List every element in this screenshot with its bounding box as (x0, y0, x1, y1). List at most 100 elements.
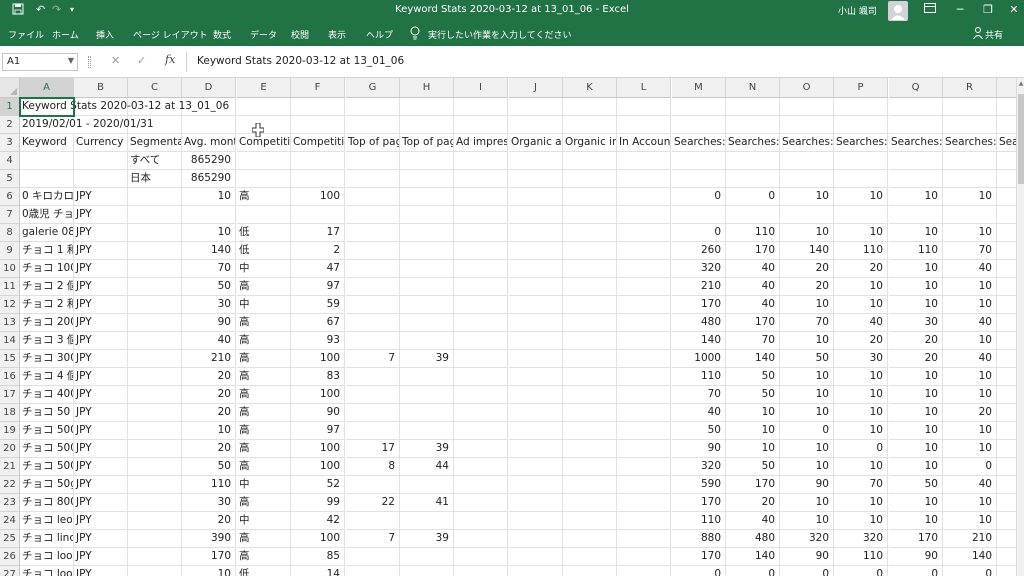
cell-r18[interactable]: 20 (943, 404, 997, 422)
column-header-c[interactable]: C (128, 78, 182, 98)
cell-c14[interactable] (128, 332, 182, 350)
cell-e12[interactable]: 中 (237, 296, 291, 314)
cell-l12[interactable] (617, 296, 671, 314)
cell-h11[interactable] (400, 278, 454, 296)
cell-m15[interactable]: 1000 (672, 350, 726, 368)
cell-r2[interactable] (943, 116, 997, 134)
cell-a3[interactable]: Keyword (20, 134, 74, 152)
column-header-r[interactable]: R (943, 78, 997, 98)
cell-m12[interactable]: 170 (672, 296, 726, 314)
cell-m27[interactable]: 0 (672, 566, 726, 576)
cell-d18[interactable]: 20 (182, 404, 236, 422)
cell-j8[interactable] (509, 224, 563, 242)
cell-c23[interactable] (128, 494, 182, 512)
cell-q17[interactable]: 10 (889, 386, 943, 404)
cell-e27[interactable]: 低 (237, 566, 291, 576)
user-name[interactable]: 小山 颯司 (838, 4, 877, 17)
cell-e18[interactable]: 高 (237, 404, 291, 422)
cell-o27[interactable]: 0 (780, 566, 834, 576)
cell-f22[interactable]: 52 (291, 476, 345, 494)
cell-f7[interactable] (291, 206, 345, 224)
column-header-a[interactable]: A (20, 78, 74, 98)
cell-b3[interactable]: Currency (74, 134, 128, 152)
cell-s9[interactable] (997, 242, 1016, 260)
cell-i7[interactable] (454, 206, 508, 224)
cell-b14[interactable]: JPY (74, 332, 128, 350)
cell-s8[interactable] (997, 224, 1016, 242)
cell-d16[interactable]: 20 (182, 368, 236, 386)
cell-q4[interactable] (889, 152, 943, 170)
cell-j4[interactable] (509, 152, 563, 170)
cell-q5[interactable] (889, 170, 943, 188)
cell-p2[interactable] (834, 116, 888, 134)
spreadsheet-grid[interactable]: A B C D E F G H I J K L M N O P Q R 1 Keyword Stats 2020-03… (0, 78, 1016, 576)
cell-k19[interactable] (563, 422, 617, 440)
cell-h10[interactable] (400, 260, 454, 278)
row-header[interactable]: 14 (0, 332, 20, 350)
cell-c25[interactable] (128, 530, 182, 548)
cell-m18[interactable]: 40 (672, 404, 726, 422)
cell-a19[interactable]: チョコ 500 (20, 422, 74, 440)
cell-c17[interactable] (128, 386, 182, 404)
cell-q15[interactable]: 20 (889, 350, 943, 368)
cell-j2[interactable] (509, 116, 563, 134)
row-header[interactable]: 1 (0, 98, 20, 116)
cell-f8[interactable]: 17 (291, 224, 345, 242)
cell-c11[interactable] (128, 278, 182, 296)
cell-c7[interactable] (128, 206, 182, 224)
row-header[interactable]: 18 (0, 404, 20, 422)
row-header[interactable]: 25 (0, 530, 20, 548)
cell-h9[interactable] (400, 242, 454, 260)
cell-g22[interactable] (346, 476, 400, 494)
cell-g6[interactable] (346, 188, 400, 206)
column-header-k[interactable]: K (563, 78, 617, 98)
cell-n10[interactable]: 40 (726, 260, 780, 278)
ribbon-display-icon[interactable] (922, 2, 938, 18)
cell-s14[interactable] (997, 332, 1016, 350)
cell-a6[interactable]: 0 キロカロ (20, 188, 74, 206)
cell-i2[interactable] (454, 116, 508, 134)
cell-h7[interactable] (400, 206, 454, 224)
cell-r7[interactable] (943, 206, 997, 224)
cell-g19[interactable] (346, 422, 400, 440)
cell-k14[interactable] (563, 332, 617, 350)
cell-k25[interactable] (563, 530, 617, 548)
cell-p4[interactable] (834, 152, 888, 170)
cell-g1[interactable] (346, 98, 400, 116)
cell-p27[interactable]: 0 (834, 566, 888, 576)
cell-p25[interactable]: 320 (834, 530, 888, 548)
cell-m14[interactable]: 140 (672, 332, 726, 350)
cell-o17[interactable]: 10 (780, 386, 834, 404)
cell-p1[interactable] (834, 98, 888, 116)
cell-d19[interactable]: 10 (182, 422, 236, 440)
cell-p26[interactable]: 110 (834, 548, 888, 566)
cell-q11[interactable]: 10 (889, 278, 943, 296)
row-header[interactable]: 21 (0, 458, 20, 476)
cell-o25[interactable]: 320 (780, 530, 834, 548)
restore-icon[interactable]: ❐ (980, 2, 996, 18)
tab-help[interactable]: ヘルプ (366, 28, 393, 41)
cell-g15[interactable]: 7 (346, 350, 400, 368)
row-header[interactable]: 2 (0, 116, 20, 134)
cell-f18[interactable]: 90 (291, 404, 345, 422)
cell-g13[interactable] (346, 314, 400, 332)
cell-p6[interactable]: 10 (834, 188, 888, 206)
cell-g20[interactable]: 17 (346, 440, 400, 458)
cell-o21[interactable]: 10 (780, 458, 834, 476)
cell-q23[interactable]: 10 (889, 494, 943, 512)
cell-f19[interactable]: 97 (291, 422, 345, 440)
cell-d15[interactable]: 210 (182, 350, 236, 368)
cell-d11[interactable]: 50 (182, 278, 236, 296)
cell-g12[interactable] (346, 296, 400, 314)
cell-f21[interactable]: 100 (291, 458, 345, 476)
column-header-p[interactable]: P (834, 78, 888, 98)
cell-q8[interactable]: 10 (889, 224, 943, 242)
cell-o13[interactable]: 70 (780, 314, 834, 332)
cell-h27[interactable] (400, 566, 454, 576)
cell-m7[interactable] (672, 206, 726, 224)
cell-s25[interactable] (997, 530, 1016, 548)
cell-k22[interactable] (563, 476, 617, 494)
cell-g11[interactable] (346, 278, 400, 296)
cell-o4[interactable] (780, 152, 834, 170)
cell-c27[interactable] (128, 566, 182, 576)
